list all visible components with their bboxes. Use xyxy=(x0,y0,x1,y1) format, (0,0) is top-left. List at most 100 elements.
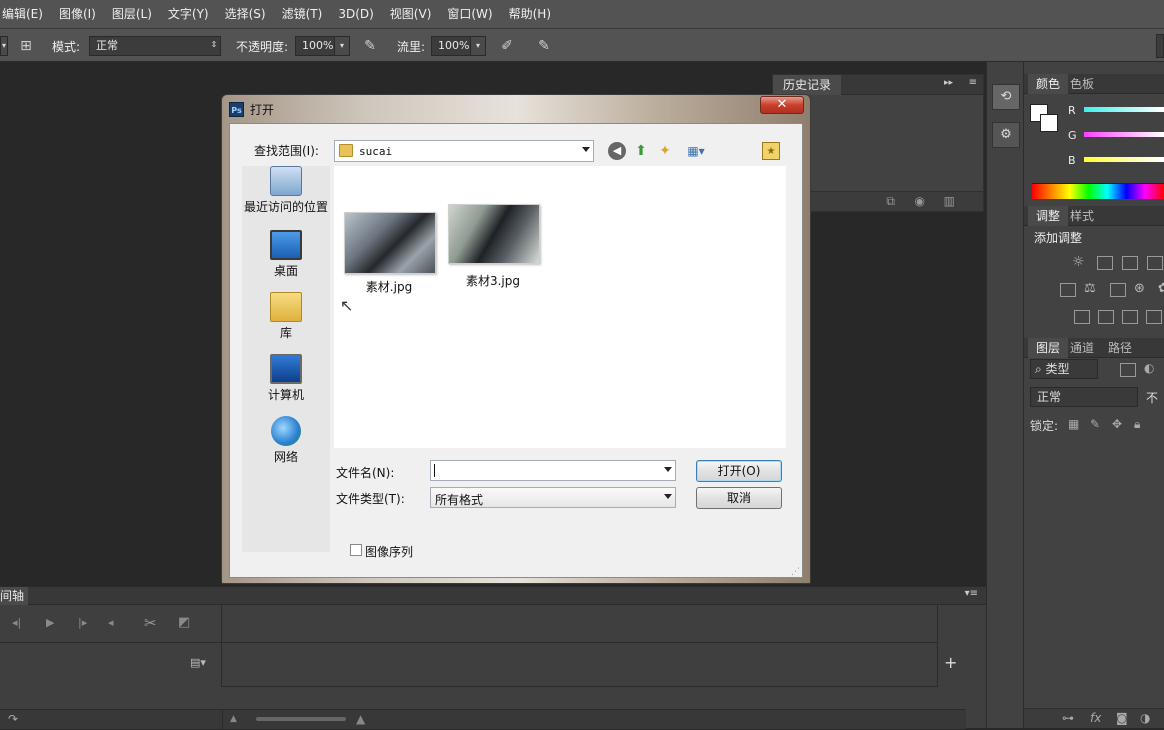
opacity-input[interactable]: 100% xyxy=(295,36,335,56)
next-frame-icon[interactable]: |▸ xyxy=(78,616,87,629)
workspace-switcher[interactable] xyxy=(1156,34,1164,58)
film-track-icon[interactable]: ▤▾ xyxy=(190,656,206,669)
tab-timeline[interactable]: 间轴 xyxy=(0,587,29,605)
first-frame-icon[interactable]: ◂| xyxy=(12,616,21,629)
pressure-size-icon[interactable]: ✎ xyxy=(534,36,554,56)
open-button[interactable]: 打开(O) xyxy=(696,460,782,482)
lookin-combo[interactable]: sucai xyxy=(334,140,594,162)
resize-grip-icon[interactable]: ⋰ xyxy=(791,567,800,577)
opacity-dropdown-arrow[interactable]: ▾ xyxy=(334,36,350,56)
curves-icon[interactable] xyxy=(1122,256,1138,270)
place-libraries[interactable]: 库 xyxy=(242,292,330,341)
airbrush-icon[interactable]: ✐ xyxy=(497,36,517,56)
flow-dropdown-arrow[interactable]: ▾ xyxy=(470,36,486,56)
link-layers-icon[interactable]: ⊶ xyxy=(1062,711,1074,725)
view-menu-icon[interactable]: ▦▾ xyxy=(682,142,710,160)
add-media-plus-icon[interactable]: + xyxy=(944,653,957,672)
menu-select[interactable]: 选择(S) xyxy=(217,0,274,28)
timeline-menu-icon[interactable]: ▾≡ xyxy=(965,588,978,599)
menu-edit[interactable]: 编辑(E) xyxy=(0,0,51,28)
file-item-0[interactable]: 素材.jpg xyxy=(342,212,452,294)
mode-select[interactable]: 正常 xyxy=(89,36,221,56)
color-balance-icon[interactable]: ⚖ xyxy=(1084,281,1096,296)
lock-all-icon[interactable]: 🔒︎ xyxy=(1134,417,1140,432)
blend-mode-select[interactable]: 正常 xyxy=(1030,387,1138,407)
back-arrow-icon[interactable]: ◀ xyxy=(608,142,626,160)
split-scissors-icon[interactable]: ✂ xyxy=(144,614,157,632)
menu-3d[interactable]: 3D(D) xyxy=(330,0,381,28)
play-icon[interactable]: ▶ xyxy=(46,616,54,629)
lock-paint-icon[interactable]: ✎ xyxy=(1090,417,1100,431)
channel-b-slider[interactable] xyxy=(1084,157,1164,162)
tab-styles[interactable]: 样式 xyxy=(1062,206,1102,226)
add-mask-icon[interactable]: ◙ xyxy=(1116,711,1128,725)
image-sequence-checkbox[interactable] xyxy=(350,544,362,556)
convert-arrow-icon[interactable]: ↷ xyxy=(8,712,18,726)
layer-filter-select[interactable]: ⌕ 类型 xyxy=(1030,359,1098,379)
expand-arrows-icon[interactable]: ▸▸ xyxy=(944,78,953,88)
new-fill-layer-icon[interactable]: ◑ xyxy=(1140,711,1150,725)
audio-icon[interactable]: ◂ xyxy=(108,616,114,629)
color-spectrum-ramp[interactable] xyxy=(1032,183,1164,199)
photo-filter-icon[interactable]: ⊛ xyxy=(1134,281,1145,296)
gradient-map-icon[interactable] xyxy=(1146,310,1162,324)
place-recent[interactable]: 最近访问的位置 xyxy=(242,166,330,215)
tool-preset-arrow[interactable]: ▾ xyxy=(0,36,8,56)
zoom-slider[interactable] xyxy=(256,717,346,721)
menu-filter[interactable]: 滤镜(T) xyxy=(274,0,331,28)
footer-divider xyxy=(222,710,223,730)
delete-trash-icon[interactable]: ▥ xyxy=(944,194,955,208)
new-document-icon[interactable]: ⧉ xyxy=(886,194,895,209)
menu-view[interactable]: 视图(V) xyxy=(382,0,440,28)
exposure-icon[interactable] xyxy=(1147,256,1163,270)
bridge-folder-icon[interactable]: ★ xyxy=(762,142,780,160)
filetype-combo[interactable]: 所有格式 xyxy=(430,487,676,508)
filename-combo[interactable] xyxy=(430,460,676,481)
pixel-layer-filter-icon[interactable] xyxy=(1120,363,1136,377)
invert-icon[interactable] xyxy=(1074,310,1090,324)
layer-style-fx-icon[interactable]: fx xyxy=(1090,711,1101,725)
vibrance-icon[interactable] xyxy=(1060,283,1076,297)
new-folder-icon[interactable]: ✦ xyxy=(656,142,674,160)
pressure-opacity-icon[interactable]: ✎ xyxy=(360,36,380,56)
tab-channels[interactable]: 通道 xyxy=(1062,338,1102,358)
brush-panel-icon[interactable]: ⊞ xyxy=(16,36,36,56)
brightness-icon[interactable]: ☼ xyxy=(1072,254,1085,270)
history-dock-icon[interactable]: ⟲ xyxy=(992,84,1020,110)
tab-swatches[interactable]: 色板 xyxy=(1062,74,1102,94)
place-computer[interactable]: 计算机 xyxy=(242,354,330,403)
tab-history[interactable]: 历史记录 xyxy=(773,75,842,95)
channel-g-slider[interactable] xyxy=(1084,132,1164,137)
zoom-in-mountain-icon[interactable]: ▲ xyxy=(356,712,365,726)
black-white-icon[interactable] xyxy=(1110,283,1126,297)
menu-image[interactable]: 图像(I) xyxy=(51,0,104,28)
properties-dock-icon[interactable]: ⚙ xyxy=(992,122,1020,148)
transition-icon[interactable]: ◩ xyxy=(178,615,190,630)
zoom-out-mountain-icon[interactable]: ▲ xyxy=(230,714,237,724)
flow-input[interactable]: 100% xyxy=(431,36,471,56)
up-folder-icon[interactable]: ⬆ xyxy=(632,142,650,160)
dialog-titlebar[interactable]: Ps 打开 ✕ xyxy=(222,95,810,123)
adjustment-filter-icon[interactable]: ◐ xyxy=(1144,361,1154,375)
menu-window[interactable]: 窗口(W) xyxy=(439,0,500,28)
levels-icon[interactable] xyxy=(1097,256,1113,270)
menu-layer[interactable]: 图层(L) xyxy=(104,0,160,28)
snapshot-camera-icon[interactable]: ◉ xyxy=(915,194,925,208)
close-button[interactable]: ✕ xyxy=(760,96,804,114)
lock-transparent-icon[interactable]: ▦ xyxy=(1068,417,1079,431)
channel-r-slider[interactable] xyxy=(1084,107,1164,112)
threshold-icon[interactable] xyxy=(1122,310,1138,324)
place-network[interactable]: 网络 xyxy=(242,416,330,465)
panel-menu-icon[interactable]: ≡ xyxy=(969,77,977,88)
tab-paths[interactable]: 路径 xyxy=(1100,338,1140,358)
channel-mixer-icon[interactable]: ✿ xyxy=(1158,281,1164,296)
posterize-icon[interactable] xyxy=(1098,310,1114,324)
background-color-swatch[interactable] xyxy=(1040,114,1058,132)
menu-help[interactable]: 帮助(H) xyxy=(501,0,559,28)
track-header: ▤▾ xyxy=(0,643,222,687)
menu-type[interactable]: 文字(Y) xyxy=(160,0,217,28)
file-item-1[interactable]: 素材3.jpg xyxy=(448,204,558,292)
lock-move-icon[interactable]: ✥ xyxy=(1112,417,1122,431)
cancel-button[interactable]: 取消 xyxy=(696,487,782,509)
place-desktop[interactable]: 桌面 xyxy=(242,230,330,279)
